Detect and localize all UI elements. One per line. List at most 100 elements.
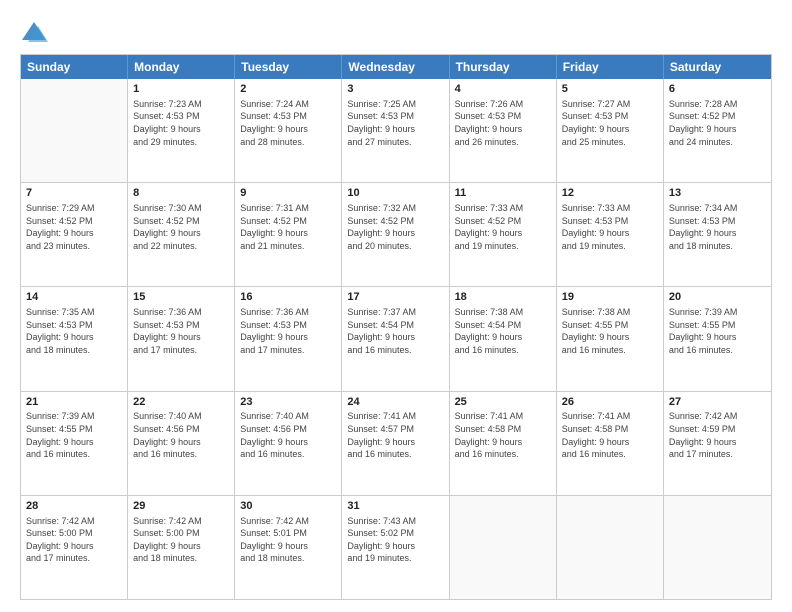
logo [20, 18, 52, 46]
day-number: 14 [26, 290, 122, 305]
calendar-cell: 21Sunrise: 7:39 AM Sunset: 4:55 PM Dayli… [21, 392, 128, 495]
calendar-row: 21Sunrise: 7:39 AM Sunset: 4:55 PM Dayli… [21, 391, 771, 495]
header [20, 18, 772, 46]
calendar-cell: 31Sunrise: 7:43 AM Sunset: 5:02 PM Dayli… [342, 496, 449, 599]
calendar-cell: 12Sunrise: 7:33 AM Sunset: 4:53 PM Dayli… [557, 183, 664, 286]
day-info: Sunrise: 7:39 AM Sunset: 4:55 PM Dayligh… [669, 306, 766, 356]
day-number: 24 [347, 395, 443, 410]
calendar-cell [21, 79, 128, 182]
day-info: Sunrise: 7:41 AM Sunset: 4:58 PM Dayligh… [562, 410, 658, 460]
calendar-header-cell: Wednesday [342, 55, 449, 79]
day-number: 29 [133, 499, 229, 514]
calendar-cell: 6Sunrise: 7:28 AM Sunset: 4:52 PM Daylig… [664, 79, 771, 182]
calendar-header-cell: Friday [557, 55, 664, 79]
day-info: Sunrise: 7:38 AM Sunset: 4:55 PM Dayligh… [562, 306, 658, 356]
calendar-body: 1Sunrise: 7:23 AM Sunset: 4:53 PM Daylig… [21, 79, 771, 599]
day-number: 6 [669, 82, 766, 97]
day-info: Sunrise: 7:24 AM Sunset: 4:53 PM Dayligh… [240, 98, 336, 148]
day-number: 3 [347, 82, 443, 97]
day-info: Sunrise: 7:28 AM Sunset: 4:52 PM Dayligh… [669, 98, 766, 148]
day-info: Sunrise: 7:27 AM Sunset: 4:53 PM Dayligh… [562, 98, 658, 148]
calendar-cell: 25Sunrise: 7:41 AM Sunset: 4:58 PM Dayli… [450, 392, 557, 495]
day-info: Sunrise: 7:42 AM Sunset: 5:00 PM Dayligh… [26, 515, 122, 565]
calendar-cell: 11Sunrise: 7:33 AM Sunset: 4:52 PM Dayli… [450, 183, 557, 286]
day-info: Sunrise: 7:42 AM Sunset: 5:01 PM Dayligh… [240, 515, 336, 565]
calendar-cell: 28Sunrise: 7:42 AM Sunset: 5:00 PM Dayli… [21, 496, 128, 599]
calendar-cell [450, 496, 557, 599]
day-number: 26 [562, 395, 658, 410]
day-info: Sunrise: 7:29 AM Sunset: 4:52 PM Dayligh… [26, 202, 122, 252]
calendar-cell: 24Sunrise: 7:41 AM Sunset: 4:57 PM Dayli… [342, 392, 449, 495]
day-number: 18 [455, 290, 551, 305]
day-number: 22 [133, 395, 229, 410]
calendar-cell: 18Sunrise: 7:38 AM Sunset: 4:54 PM Dayli… [450, 287, 557, 390]
calendar-cell: 1Sunrise: 7:23 AM Sunset: 4:53 PM Daylig… [128, 79, 235, 182]
calendar-cell: 22Sunrise: 7:40 AM Sunset: 4:56 PM Dayli… [128, 392, 235, 495]
day-info: Sunrise: 7:38 AM Sunset: 4:54 PM Dayligh… [455, 306, 551, 356]
calendar-cell: 9Sunrise: 7:31 AM Sunset: 4:52 PM Daylig… [235, 183, 342, 286]
day-number: 12 [562, 186, 658, 201]
day-number: 8 [133, 186, 229, 201]
calendar-cell: 10Sunrise: 7:32 AM Sunset: 4:52 PM Dayli… [342, 183, 449, 286]
calendar-cell: 8Sunrise: 7:30 AM Sunset: 4:52 PM Daylig… [128, 183, 235, 286]
day-info: Sunrise: 7:43 AM Sunset: 5:02 PM Dayligh… [347, 515, 443, 565]
calendar-cell [664, 496, 771, 599]
day-info: Sunrise: 7:23 AM Sunset: 4:53 PM Dayligh… [133, 98, 229, 148]
calendar-row: 14Sunrise: 7:35 AM Sunset: 4:53 PM Dayli… [21, 286, 771, 390]
day-number: 27 [669, 395, 766, 410]
calendar-cell: 16Sunrise: 7:36 AM Sunset: 4:53 PM Dayli… [235, 287, 342, 390]
day-number: 11 [455, 186, 551, 201]
calendar-cell: 13Sunrise: 7:34 AM Sunset: 4:53 PM Dayli… [664, 183, 771, 286]
day-info: Sunrise: 7:32 AM Sunset: 4:52 PM Dayligh… [347, 202, 443, 252]
day-info: Sunrise: 7:37 AM Sunset: 4:54 PM Dayligh… [347, 306, 443, 356]
calendar-cell: 27Sunrise: 7:42 AM Sunset: 4:59 PM Dayli… [664, 392, 771, 495]
calendar-cell: 3Sunrise: 7:25 AM Sunset: 4:53 PM Daylig… [342, 79, 449, 182]
day-number: 13 [669, 186, 766, 201]
calendar-cell: 2Sunrise: 7:24 AM Sunset: 4:53 PM Daylig… [235, 79, 342, 182]
day-info: Sunrise: 7:39 AM Sunset: 4:55 PM Dayligh… [26, 410, 122, 460]
day-number: 2 [240, 82, 336, 97]
calendar-row: 7Sunrise: 7:29 AM Sunset: 4:52 PM Daylig… [21, 182, 771, 286]
calendar-row: 1Sunrise: 7:23 AM Sunset: 4:53 PM Daylig… [21, 79, 771, 182]
calendar-header-cell: Saturday [664, 55, 771, 79]
day-info: Sunrise: 7:26 AM Sunset: 4:53 PM Dayligh… [455, 98, 551, 148]
calendar-cell: 20Sunrise: 7:39 AM Sunset: 4:55 PM Dayli… [664, 287, 771, 390]
day-info: Sunrise: 7:40 AM Sunset: 4:56 PM Dayligh… [133, 410, 229, 460]
day-info: Sunrise: 7:31 AM Sunset: 4:52 PM Dayligh… [240, 202, 336, 252]
day-info: Sunrise: 7:41 AM Sunset: 4:58 PM Dayligh… [455, 410, 551, 460]
calendar-cell: 7Sunrise: 7:29 AM Sunset: 4:52 PM Daylig… [21, 183, 128, 286]
calendar-cell: 15Sunrise: 7:36 AM Sunset: 4:53 PM Dayli… [128, 287, 235, 390]
day-number: 21 [26, 395, 122, 410]
day-info: Sunrise: 7:34 AM Sunset: 4:53 PM Dayligh… [669, 202, 766, 252]
day-info: Sunrise: 7:30 AM Sunset: 4:52 PM Dayligh… [133, 202, 229, 252]
calendar-cell [557, 496, 664, 599]
calendar-cell: 4Sunrise: 7:26 AM Sunset: 4:53 PM Daylig… [450, 79, 557, 182]
day-number: 5 [562, 82, 658, 97]
day-number: 15 [133, 290, 229, 305]
calendar-cell: 19Sunrise: 7:38 AM Sunset: 4:55 PM Dayli… [557, 287, 664, 390]
calendar-cell: 23Sunrise: 7:40 AM Sunset: 4:56 PM Dayli… [235, 392, 342, 495]
day-number: 1 [133, 82, 229, 97]
day-number: 16 [240, 290, 336, 305]
calendar-header-cell: Monday [128, 55, 235, 79]
page: SundayMondayTuesdayWednesdayThursdayFrid… [0, 0, 792, 612]
day-number: 28 [26, 499, 122, 514]
day-info: Sunrise: 7:42 AM Sunset: 4:59 PM Dayligh… [669, 410, 766, 460]
calendar-cell: 29Sunrise: 7:42 AM Sunset: 5:00 PM Dayli… [128, 496, 235, 599]
day-info: Sunrise: 7:36 AM Sunset: 4:53 PM Dayligh… [240, 306, 336, 356]
day-number: 30 [240, 499, 336, 514]
calendar-row: 28Sunrise: 7:42 AM Sunset: 5:00 PM Dayli… [21, 495, 771, 599]
calendar-cell: 17Sunrise: 7:37 AM Sunset: 4:54 PM Dayli… [342, 287, 449, 390]
day-number: 9 [240, 186, 336, 201]
calendar-header-cell: Thursday [450, 55, 557, 79]
day-number: 19 [562, 290, 658, 305]
day-number: 4 [455, 82, 551, 97]
calendar-header-cell: Tuesday [235, 55, 342, 79]
day-info: Sunrise: 7:40 AM Sunset: 4:56 PM Dayligh… [240, 410, 336, 460]
day-number: 10 [347, 186, 443, 201]
calendar-cell: 14Sunrise: 7:35 AM Sunset: 4:53 PM Dayli… [21, 287, 128, 390]
calendar-header-cell: Sunday [21, 55, 128, 79]
day-info: Sunrise: 7:33 AM Sunset: 4:53 PM Dayligh… [562, 202, 658, 252]
day-number: 7 [26, 186, 122, 201]
calendar-cell: 26Sunrise: 7:41 AM Sunset: 4:58 PM Dayli… [557, 392, 664, 495]
